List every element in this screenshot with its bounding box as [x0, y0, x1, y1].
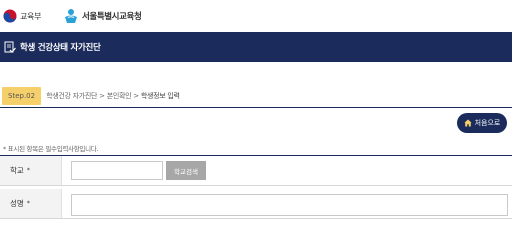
- breadcrumb-separator: >: [99, 92, 105, 100]
- taegeuk-icon: [3, 9, 17, 23]
- home-button[interactable]: 처음으로: [457, 113, 507, 133]
- home-icon: [464, 119, 472, 127]
- breadcrumb-item: 본인확인: [106, 92, 132, 100]
- ministry-logo-text: 교육부: [20, 11, 42, 21]
- name-row: 성명 *: [0, 189, 512, 219]
- required-fields-note: * 표시된 항목은 필수입력사항입니다.: [3, 145, 99, 153]
- school-input[interactable]: [71, 161, 163, 180]
- required-mark: *: [26, 200, 30, 207]
- breadcrumb-current-item: 학생정보 입력: [140, 92, 180, 100]
- school-search-button[interactable]: 학교검색: [166, 161, 206, 180]
- name-label: 성명 *: [0, 189, 62, 218]
- home-button-label: 처음으로: [474, 119, 501, 127]
- ministry-of-education-logo[interactable]: 교육부: [3, 9, 41, 23]
- name-label-text: 성명: [10, 199, 24, 208]
- breadcrumb: 학생건강 자가진단 > 본인확인 > 학생정보 입력: [46, 91, 180, 101]
- step-indicator: Step.02 학생건강 자가진단 > 본인확인 > 학생정보 입력: [0, 85, 512, 107]
- breadcrumb-separator: >: [133, 92, 139, 100]
- school-label-text: 학교: [10, 166, 24, 175]
- page-title: 학생 건강상태 자가진단: [20, 43, 101, 53]
- name-input[interactable]: [71, 194, 508, 216]
- school-label: 학교 *: [0, 156, 62, 185]
- seoul-education-office-logo[interactable]: 서울특별시교육청: [63, 8, 142, 24]
- school-row: 학교 * 학교검색: [0, 156, 512, 186]
- top-header: 교육부 서울특별시교육청: [0, 0, 512, 32]
- document-check-icon: [4, 41, 16, 53]
- required-mark: *: [26, 167, 30, 174]
- divider: [0, 107, 512, 108]
- step-badge: Step.02: [2, 87, 42, 105]
- breadcrumb-item: 학생건강 자가진단: [46, 92, 98, 100]
- seoul-education-emblem-icon: [65, 9, 77, 23]
- office-logo-text: 서울특별시교육청: [82, 12, 142, 22]
- title-bar: 학생 건강상태 자가진단: [0, 32, 512, 62]
